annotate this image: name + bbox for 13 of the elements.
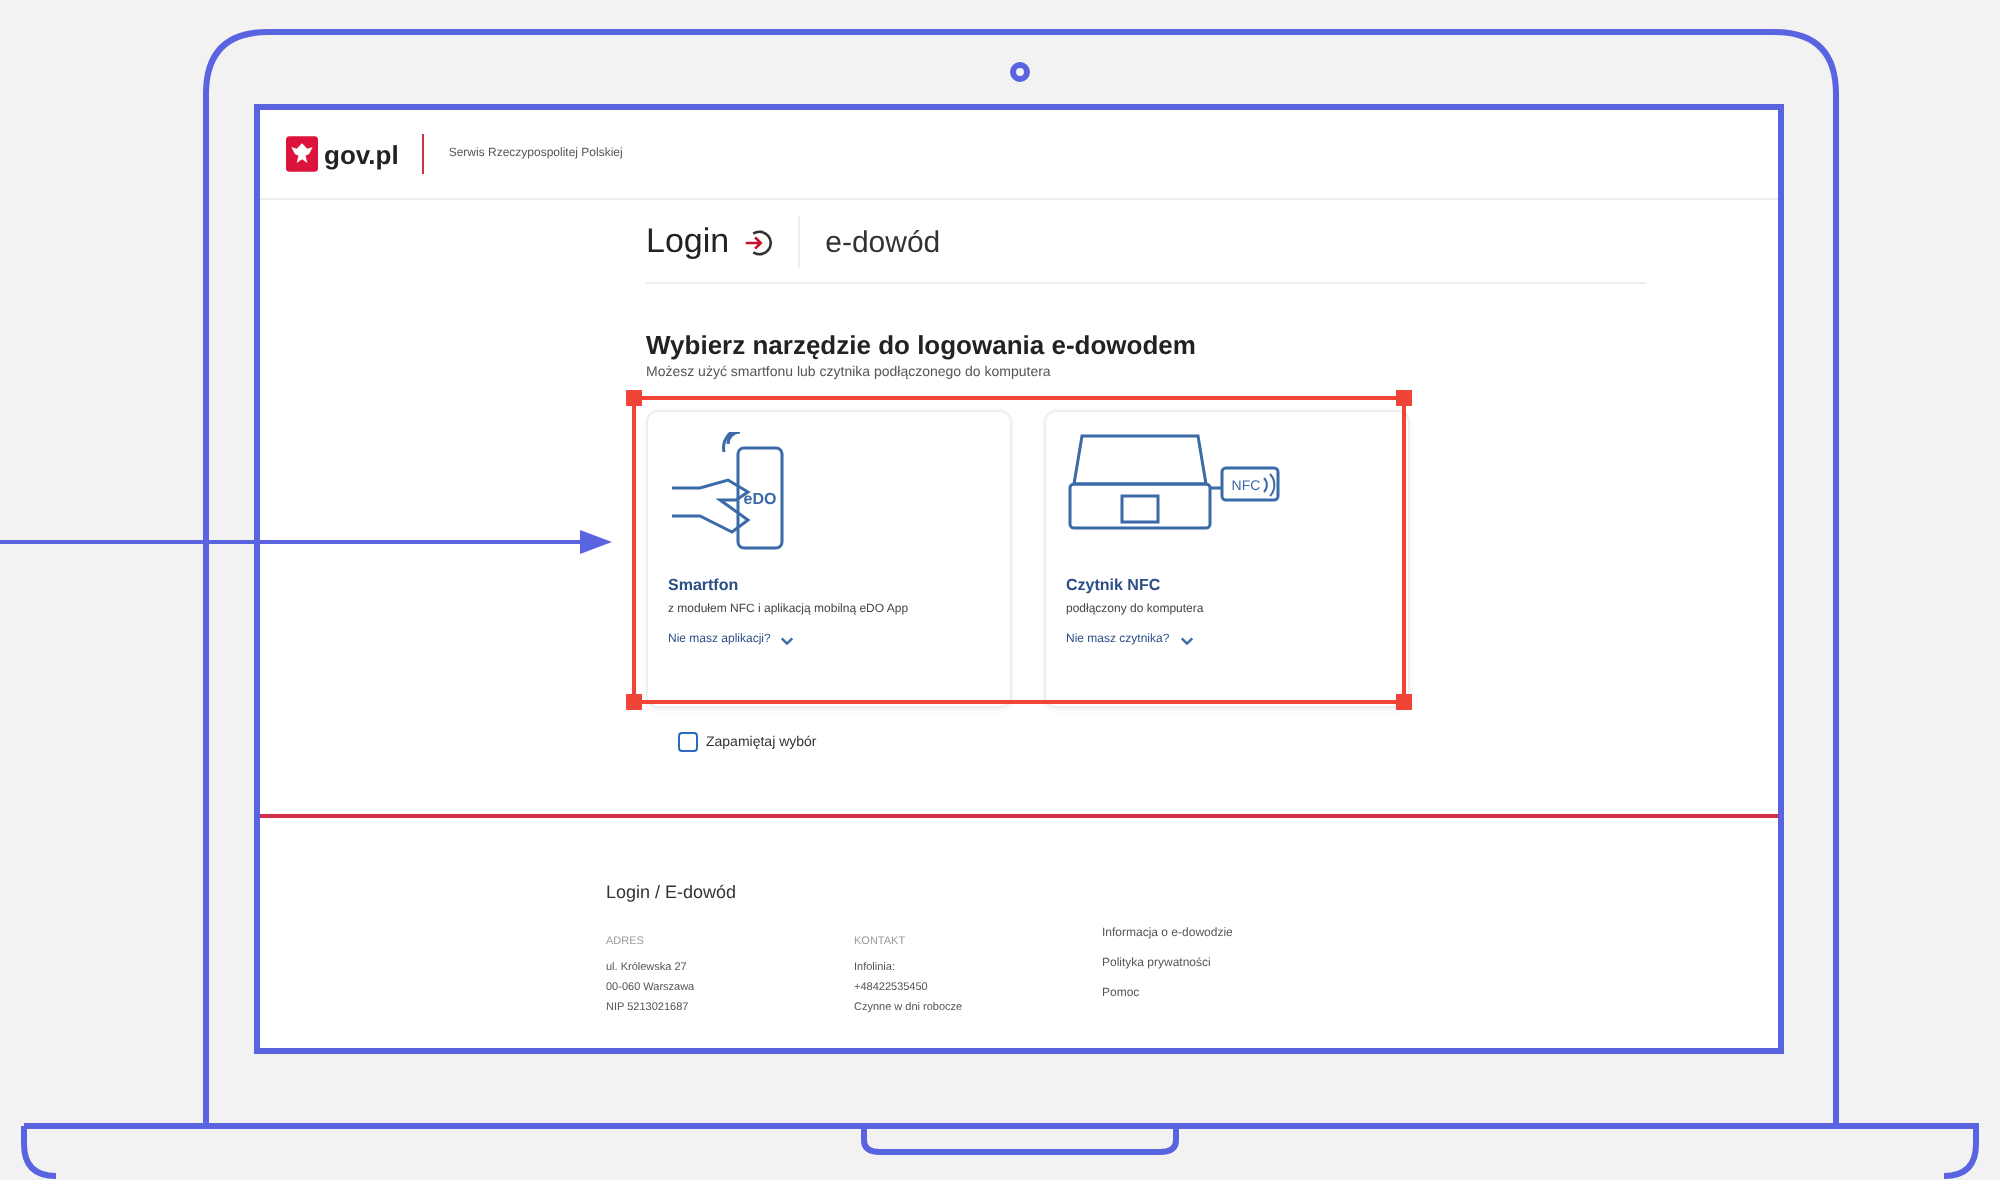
option-title: Smartfon (668, 576, 741, 594)
chevron-down-icon[interactable] (780, 635, 795, 645)
option-title: Czytnik NFC (1066, 576, 1163, 594)
section-heading: Wybierz narzędzie do logowania e-dowodem (646, 330, 1198, 360)
remember-checkbox[interactable] (678, 732, 698, 752)
phone-badge-text: eDO (743, 490, 777, 508)
login-icon (741, 227, 772, 257)
page-title: Login (646, 222, 730, 262)
eagle-emblem-icon (286, 136, 318, 172)
chevron-down-icon[interactable] (1179, 635, 1194, 645)
logo-text[interactable]: gov.pl (324, 139, 399, 169)
page-subtitle: e-dowód (825, 225, 941, 259)
footer-title: Login / E-dowód (606, 882, 739, 902)
